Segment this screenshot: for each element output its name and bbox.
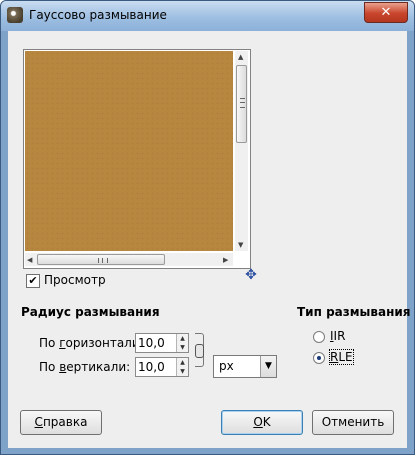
dialog-window: Гауссово размывание ✕ ▲ ▼ ◀ ▶ ✥ ✔ Просмо… [0,0,415,455]
horizontal-radius-input[interactable] [138,335,174,351]
vertical-radius-input[interactable] [138,359,174,375]
help-rest: правка [42,415,88,429]
window-title: Гауссово размывание [29,8,167,22]
preview-image [25,51,233,251]
scroll-down-icon[interactable]: ▼ [238,241,243,249]
title-bar[interactable]: Гауссово размывание ✕ [1,1,414,31]
spin-down-icon[interactable]: ▼ [177,343,188,352]
vertical-radius-spinner[interactable]: ▲ ▼ [135,357,189,377]
help-mnemonic: С [34,415,43,429]
vertical-label-pre: По [39,360,60,374]
chevron-down-icon[interactable]: ▼ [260,356,276,377]
radio-iir[interactable] [313,331,325,343]
ok-button[interactable]: OK [221,410,303,435]
horizontal-scrollbar[interactable]: ◀ ▶ [25,253,233,266]
vertical-label-post: ертикали: [66,360,131,374]
vertical-scroll-thumb[interactable] [236,65,247,143]
close-button[interactable]: ✕ [364,2,408,23]
radio-iir-rest: IR [333,329,346,343]
preview-checkbox-label[interactable]: Просмотр [44,273,106,287]
radio-rle-label[interactable]: RLE [329,349,354,365]
vertical-spin-buttons: ▲ ▼ [176,358,188,376]
cancel-button[interactable]: Отменить [312,410,394,435]
vertical-label: По вертикали: [39,360,130,374]
chain-link-icon[interactable] [195,344,204,358]
scroll-left-icon[interactable]: ◀ [27,256,32,264]
blur-radius-title: Радиус размывания [21,305,160,319]
help-button[interactable]: Справка [20,410,102,435]
horizontal-label-pre: По [39,336,60,350]
ok-rest: K [262,415,271,429]
horizontal-scroll-thumb[interactable] [37,254,165,265]
unit-select[interactable]: px ▼ [213,355,277,378]
preview-checkbox[interactable]: ✔ [26,274,40,288]
scroll-right-icon[interactable]: ▶ [223,256,228,264]
gimp-icon [7,7,23,23]
ok-mnemonic: O [253,415,263,429]
radio-rle[interactable] [313,352,325,364]
preview-frame: ▲ ▼ ◀ ▶ ✥ [23,49,257,282]
preview-label-first: Просмотр [44,273,106,287]
spin-down-icon[interactable]: ▼ [177,367,188,376]
horizontal-label-post: оризонтали: [65,336,144,350]
dialog-body: ▲ ▼ ◀ ▶ ✥ ✔ Просмотр Радиус размывания П… [8,31,411,448]
scroll-up-icon[interactable]: ▲ [238,53,243,61]
grip-icon [98,258,108,263]
radio-rle-rest: LE [338,350,353,364]
vertical-scrollbar[interactable]: ▲ ▼ [235,51,248,251]
horizontal-radius-spinner[interactable]: ▲ ▼ [135,333,189,353]
unit-value: px [219,359,234,373]
navigate-icon[interactable]: ✥ [244,268,258,282]
radio-iir-label[interactable]: IIR [330,329,345,343]
horizontal-label: По горизонтали: [39,336,144,350]
horizontal-spin-buttons: ▲ ▼ [176,334,188,352]
blur-type-title: Тип размывания [297,305,411,319]
grip-icon [240,98,245,108]
